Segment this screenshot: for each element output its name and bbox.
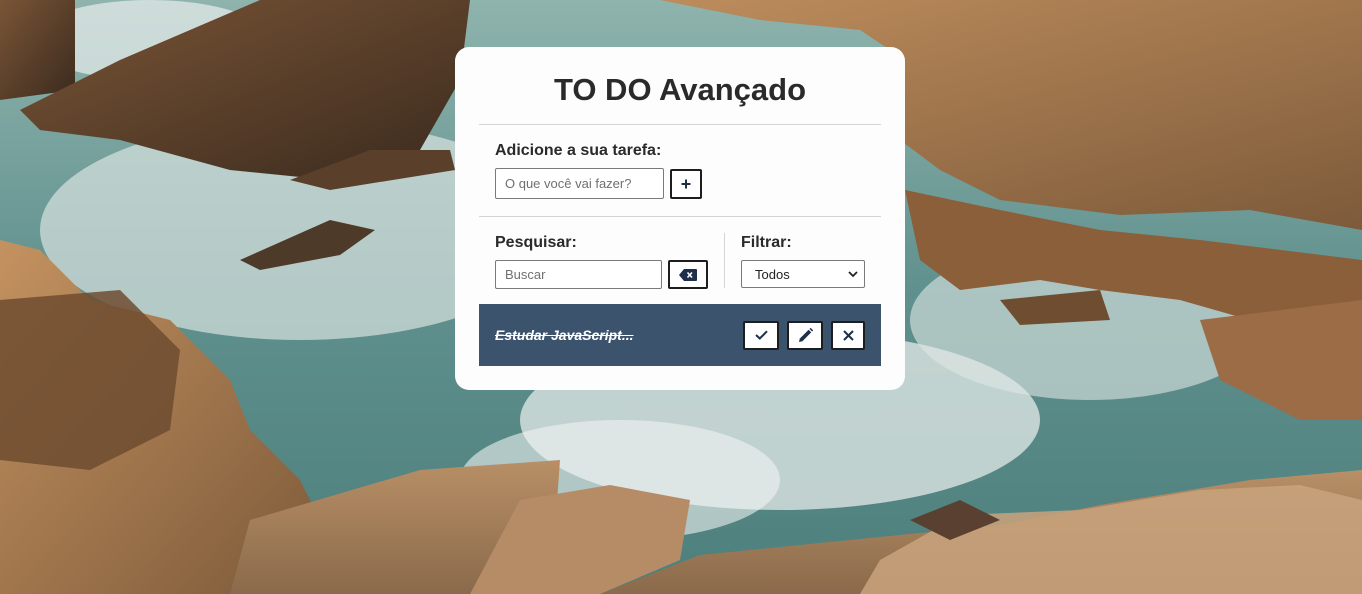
page-title: TO DO Avançado <box>553 72 807 107</box>
filter-selected-value: Todos <box>755 266 790 282</box>
complete-task-button[interactable] <box>743 320 779 350</box>
todo-card: TO DO Avançado Adicione a sua tarefa: Pe… <box>455 47 905 390</box>
plus-icon <box>681 179 691 188</box>
vertical-divider <box>724 233 725 288</box>
add-task-label: Adicione a sua tarefa: <box>495 142 662 159</box>
backspace-icon <box>679 268 697 281</box>
search-label: Pesquisar: <box>495 234 577 251</box>
check-icon <box>754 330 768 340</box>
pencil-icon <box>798 327 813 342</box>
close-icon <box>842 329 854 341</box>
todo-item: Estudar JavaScript... <box>479 304 881 366</box>
clear-search-button[interactable] <box>668 260 708 289</box>
todo-item-text: Estudar JavaScript... <box>495 327 634 343</box>
edit-task-button[interactable] <box>787 320 823 350</box>
delete-task-button[interactable] <box>831 320 865 350</box>
filter-label: Filtrar: <box>741 234 792 251</box>
filter-section: Filtrar: Todos <box>741 233 871 288</box>
add-task-button[interactable] <box>670 168 702 199</box>
toolbar: Pesquisar: Filtrar: Todos <box>479 217 881 304</box>
add-task-form: Adicione a sua tarefa: <box>479 125 881 216</box>
search-input[interactable] <box>495 260 662 289</box>
chevron-down-icon <box>848 270 858 277</box>
search-section: Pesquisar: <box>495 233 724 289</box>
task-input[interactable] <box>495 168 664 199</box>
filter-select[interactable]: Todos <box>741 260 865 288</box>
